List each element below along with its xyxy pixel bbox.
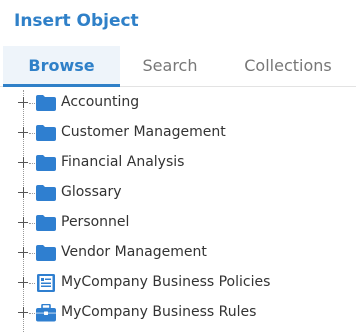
folder-icon — [35, 154, 57, 172]
insert-object-dialog: Insert Object Browse Search Collections … — [0, 0, 356, 333]
tree-item-business-rules[interactable]: MyCompany Business Rules — [0, 298, 356, 328]
tree-item-label: MyCompany Business Rules — [61, 304, 257, 320]
tree-item-label: Customer Management — [61, 124, 226, 140]
folder-icon — [35, 124, 57, 142]
expand-icon[interactable] — [17, 127, 29, 139]
tree-item-vendor-management[interactable]: Vendor Management — [0, 238, 356, 268]
tree-item-accounting[interactable]: Accounting — [0, 88, 356, 118]
policy-book-icon — [35, 274, 57, 292]
tab-search[interactable]: Search — [120, 46, 220, 86]
tree-item-label: Glossary — [61, 184, 122, 200]
briefcase-icon — [35, 303, 57, 322]
folder-icon — [35, 94, 57, 112]
expand-icon[interactable] — [17, 187, 29, 199]
tree-item-label: Vendor Management — [61, 244, 207, 260]
expand-icon[interactable] — [17, 247, 29, 259]
tab-browse[interactable]: Browse — [3, 46, 120, 87]
tree-item-financial-analysis[interactable]: Financial Analysis — [0, 148, 356, 178]
expand-icon[interactable] — [17, 217, 29, 229]
tree-item-glossary[interactable]: Glossary — [0, 178, 356, 208]
tree-item-label: MyCompany Business Policies — [61, 274, 271, 290]
tree-item-customer-management[interactable]: Customer Management — [0, 118, 356, 148]
folder-icon — [35, 184, 57, 202]
tree-item-label: Personnel — [61, 214, 130, 230]
tree-item-business-policies[interactable]: MyCompany Business Policies — [0, 268, 356, 298]
tree-item-personnel[interactable]: Personnel — [0, 208, 356, 238]
tab-bar: Browse Search Collections — [0, 46, 356, 87]
object-tree: Accounting Customer Management Financial… — [0, 88, 356, 333]
dialog-title: Insert Object — [14, 11, 139, 31]
folder-icon — [35, 214, 57, 232]
expand-icon[interactable] — [17, 157, 29, 169]
expand-icon[interactable] — [17, 97, 29, 109]
tab-collections[interactable]: Collections — [220, 46, 356, 86]
folder-icon — [35, 244, 57, 262]
tree-item-label: Financial Analysis — [61, 154, 185, 170]
expand-icon[interactable] — [17, 277, 29, 289]
expand-icon[interactable] — [17, 307, 29, 319]
tree-item-label: Accounting — [61, 94, 140, 110]
